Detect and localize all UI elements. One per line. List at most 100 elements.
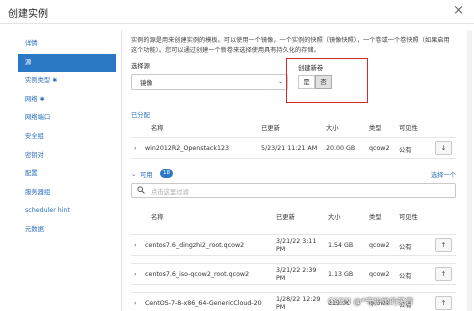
boot-source-select[interactable]: 镜像 ⌄ <box>131 74 288 90</box>
allocated-table-header: 名称 已更新 大小 类型 可见性 <box>131 123 456 133</box>
create-volume-label: 创建新卷 <box>298 65 324 72</box>
image-updated: 5/23/21 11:21 AM <box>261 145 318 152</box>
arrow-up-icon: ↑ <box>440 270 447 278</box>
filter-input[interactable]: 点击这里过滤 <box>131 183 456 198</box>
image-updated-date: 3/21/22 2:39 <box>276 267 317 274</box>
image-updated-date: 1/28/22 12:29 <box>276 296 321 303</box>
source-description: 实例的源是用来创建实例的模板。可以使用一个镜像，一个实例的快照（镜像快照），一个… <box>131 37 450 54</box>
sidebar-item-scheduler-hint[interactable]: scheduler hint <box>18 202 116 221</box>
image-type: qcow2 <box>369 242 390 249</box>
close-icon[interactable]: × <box>453 3 464 18</box>
allocated-section-title: 已分配 <box>131 112 150 119</box>
sidebar-item-source[interactable]: 源 <box>18 53 116 73</box>
column-header-size[interactable]: 大小 <box>326 123 339 132</box>
chevron-right-icon[interactable]: › <box>134 144 137 152</box>
image-updated: 3/21/22 3:11 PM <box>276 238 316 254</box>
column-header-updated[interactable]: 已更新 <box>261 123 280 132</box>
sidebar-item-metadata[interactable]: 元数据 <box>18 221 116 240</box>
image-visibility: 公有 <box>399 273 412 280</box>
table-row[interactable]: › centos7.6_iso-qcow2_root.qcow2 3/21/22… <box>131 263 456 285</box>
image-name: centos7.6_iso-qcow2_root.qcow2 <box>145 271 250 278</box>
image-updated: 1/28/22 12:29 PM <box>276 296 320 311</box>
sidebar-item-label: 网络端口 <box>25 114 51 122</box>
sidebar-item-label: 源 <box>25 58 32 66</box>
select-source-label: 选择源 <box>131 63 150 70</box>
image-size: 1.54 GB <box>328 242 354 249</box>
create-volume-toggle: 是 否 <box>298 75 332 89</box>
column-header-type[interactable]: 类型 <box>369 123 382 132</box>
create-volume-group: 创建新卷 是 否 <box>286 58 368 103</box>
image-size: 1.13 GB <box>328 271 354 278</box>
table-row[interactable]: › win2012R2_Openstack123 5/23/21 11:21 A… <box>131 137 456 159</box>
sidebar-item-label: 服务器组 <box>25 188 51 196</box>
filter-placeholder: 点击这里过滤 <box>151 189 189 196</box>
sidebar-item-label: 详情 <box>25 40 38 47</box>
available-table-header: 名称 已更新 大小 类型 可见性 <box>131 212 456 222</box>
create-volume-yes-button[interactable]: 是 <box>298 75 315 89</box>
arrow-up-icon: ↑ <box>440 299 447 307</box>
image-type: qcow2 <box>369 145 390 152</box>
sidebar-item-configuration[interactable]: 配置 <box>18 165 116 184</box>
sidebar-divider <box>121 30 122 311</box>
arrow-down-icon: ↓ <box>440 144 447 152</box>
image-size: 20.00 GB <box>326 145 356 152</box>
column-header-name[interactable]: 名称 <box>151 212 164 221</box>
image-updated-ampm: PM <box>276 275 286 282</box>
allocate-button[interactable]: ↑ <box>435 238 452 252</box>
image-visibility: 公有 <box>399 244 412 251</box>
image-updated-ampm: PM <box>276 304 286 311</box>
sidebar-item-flavor[interactable]: 实例类型 ✱ <box>18 72 116 91</box>
image-name: CentOS-7-8-x86_64-GenericCloud-20 <box>145 300 262 307</box>
column-header-type[interactable]: 类型 <box>369 212 382 221</box>
image-type: qcow2 <box>369 271 390 278</box>
watermark-text: CSDN @*守护她的笑容 <box>328 297 414 306</box>
chevron-down-icon[interactable]: ⌄ <box>131 170 136 178</box>
chevron-right-icon[interactable]: › <box>134 241 137 249</box>
sidebar-item-label: scheduler hint <box>25 207 71 215</box>
sidebar-item-details[interactable]: 详情 <box>18 35 116 54</box>
column-header-updated[interactable]: 已更新 <box>276 212 295 221</box>
image-name: centos7.6_dingzhi2_root.qcow2 <box>145 242 245 249</box>
available-section-header: ⌄ 可用 18 选择一个 <box>131 169 456 179</box>
table-row[interactable]: › centos7.6_dingzhi2_root.qcow2 3/21/22 … <box>131 234 456 256</box>
sidebar-item-key-pair[interactable]: 密钥对 <box>18 147 116 166</box>
search-icon <box>137 186 145 196</box>
chevron-right-icon[interactable]: › <box>134 270 137 278</box>
sidebar-item-label: 元数据 <box>25 225 44 233</box>
sidebar-item-label: 安全组 <box>25 132 44 140</box>
image-visibility: 公有 <box>399 147 412 154</box>
allocate-button[interactable]: ↑ <box>435 296 452 310</box>
required-icon: ✱ <box>39 95 45 103</box>
sidebar-item-label: 配置 <box>25 170 38 178</box>
sidebar-item-network[interactable]: 网络 ✱ <box>18 91 116 110</box>
allocate-button[interactable]: ↑ <box>435 267 452 281</box>
sidebar-item-label: 实例类型 <box>25 77 51 85</box>
sidebar-item-network-ports[interactable]: 网络端口 <box>18 109 116 128</box>
sidebar-item-server-groups[interactable]: 服务器组 <box>18 184 116 203</box>
chevron-down-icon: ⌄ <box>277 78 283 85</box>
column-header-name[interactable]: 名称 <box>151 123 164 132</box>
column-header-visibility[interactable]: 可见性 <box>399 212 418 221</box>
available-count-badge: 18 <box>160 169 173 178</box>
image-name: win2012R2_Openstack123 <box>145 145 229 152</box>
column-header-visibility[interactable]: 可见性 <box>399 123 418 132</box>
create-volume-no-button[interactable]: 否 <box>315 75 332 89</box>
deallocate-button[interactable]: ↓ <box>435 141 452 155</box>
arrow-up-icon: ↑ <box>440 241 447 249</box>
sidebar-item-label: 密钥对 <box>25 151 44 159</box>
wizard-sidebar: 详情 源 实例类型 ✱ 网络 ✱ 网络端口 安全组 密钥对 配置 服务器组 sc… <box>18 35 116 240</box>
chevron-right-icon[interactable]: › <box>134 299 137 307</box>
required-icon: ✱ <box>52 77 58 85</box>
column-header-size[interactable]: 大小 <box>328 212 341 221</box>
sidebar-item-security-groups[interactable]: 安全组 <box>18 128 116 147</box>
image-updated-ampm: PM <box>276 246 286 253</box>
boot-source-value: 镜像 <box>140 80 153 87</box>
dialog-title: 创建实例 <box>8 9 48 20</box>
image-updated-date: 3/21/22 3:11 <box>276 238 317 245</box>
sidebar-item-label: 网络 <box>25 95 38 103</box>
dialog-titlebar: 创建实例 × <box>0 0 474 24</box>
available-section-title: 可用 <box>140 172 153 179</box>
image-updated: 3/21/22 2:39 PM <box>276 267 316 283</box>
dialog-scrollbar[interactable] <box>467 30 472 311</box>
select-one-link[interactable]: 选择一个 <box>431 170 456 179</box>
